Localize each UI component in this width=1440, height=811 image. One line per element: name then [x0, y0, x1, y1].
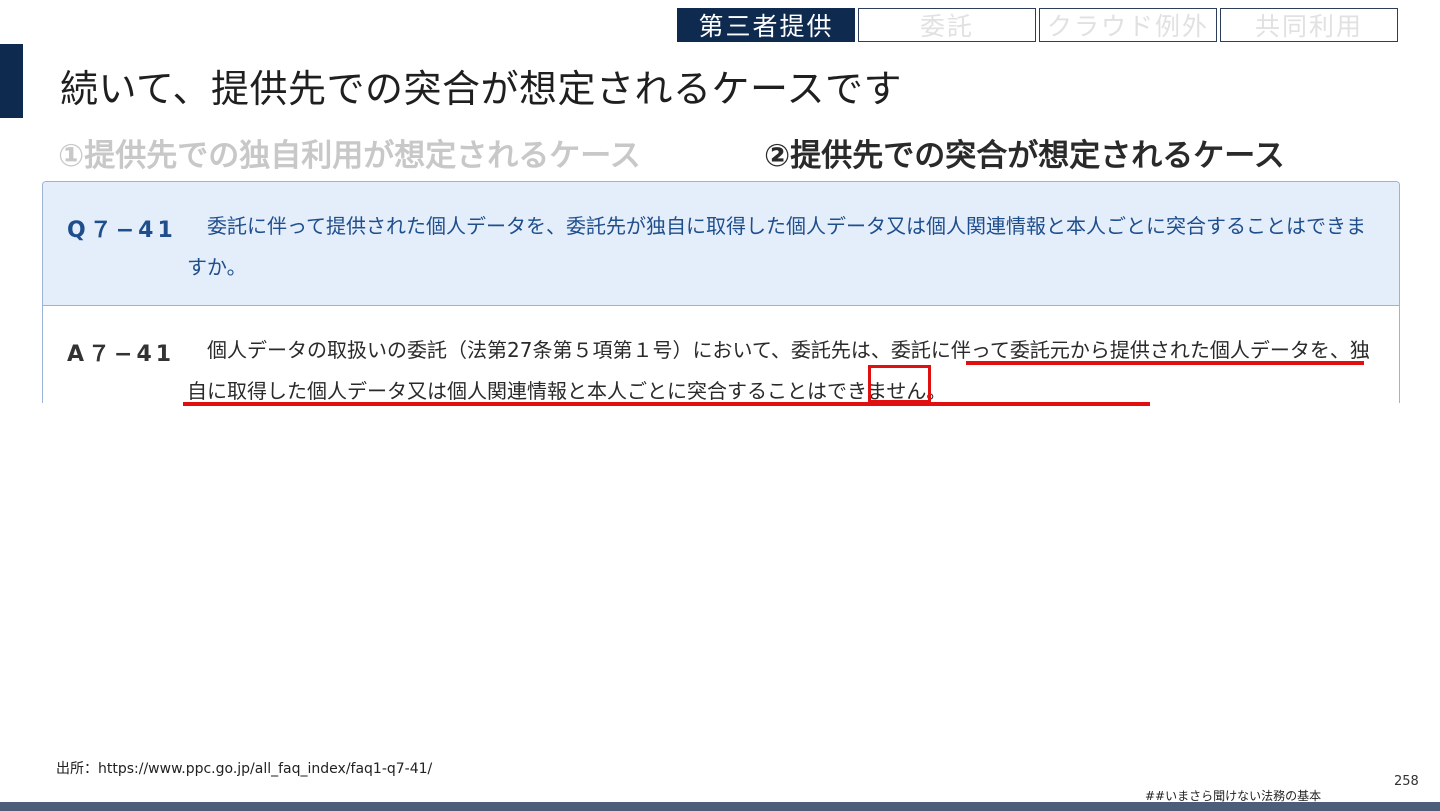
- title-accent-bar: [0, 44, 23, 118]
- answer-label: A７−41: [67, 342, 176, 367]
- red-underline-line-2: [183, 402, 1150, 406]
- tab-joint-use[interactable]: 共同利用: [1220, 8, 1398, 42]
- faq-box: Q７−41 委託に伴って提供された個人データを、委託先が独自に取得した個人データ…: [42, 181, 1400, 403]
- case-1-heading: ①提供先での独自利用が想定されるケース: [58, 138, 641, 174]
- page-number: 258: [1394, 774, 1419, 789]
- question-row: Q７−41 委託に伴って提供された個人データを、委託先が独自に取得した個人データ…: [43, 182, 1399, 306]
- page-title: 続いて、提供先での突合が想定されるケースです: [60, 67, 903, 111]
- answer-row: A７−41 個人データの取扱いの委託（法第27条第５項第１号）において、委託先は…: [43, 306, 1399, 403]
- tab-cloud-exception[interactable]: クラウド例外: [1039, 8, 1217, 42]
- red-underline-line-1: [966, 361, 1364, 365]
- tab-third-party[interactable]: 第三者提供: [677, 8, 855, 42]
- section-tabs: 第三者提供 委託 クラウド例外 共同利用: [677, 8, 1398, 42]
- answer-text: 個人データの取扱いの委託（法第27条第５項第１号）において、委託先は、委託に伴っ…: [187, 338, 1370, 403]
- question-text: 委託に伴って提供された個人データを、委託先が独自に取得した個人データ又は個人関連…: [187, 214, 1366, 279]
- question-label: Q７−41: [67, 218, 177, 243]
- source-citation: 出所：https://www.ppc.go.jp/all_faq_index/f…: [56, 761, 433, 777]
- case-2-heading: ②提供先での突合が想定されるケース: [764, 138, 1285, 174]
- red-highlight-box: [868, 365, 931, 403]
- footer-bar: [0, 802, 1440, 811]
- tab-outsourcing[interactable]: 委託: [858, 8, 1036, 42]
